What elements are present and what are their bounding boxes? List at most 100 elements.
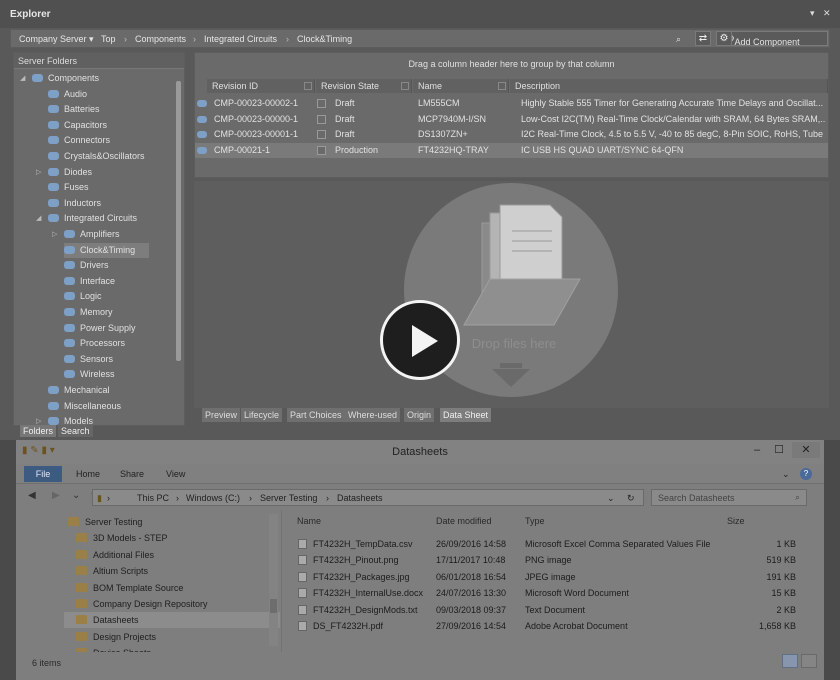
file-row[interactable]: FT4232H_Packages.jpg 06/01/2018 16:54 JPEG… [296, 569, 806, 585]
breadcrumb-item[interactable]: Integrated Circuits [204, 34, 277, 44]
details-view-icon[interactable] [782, 654, 798, 668]
nav-item[interactable]: BOM Template Source [76, 580, 183, 596]
nav-scrollbar[interactable] [269, 514, 278, 646]
file-row[interactable]: FT4232H_Pinout.png 17/11/2017 10:48 PNG im… [296, 552, 806, 568]
expand-arrow-icon[interactable]: ▷ [52, 227, 57, 242]
ribbon-expand-icon[interactable]: ⌄ [782, 469, 790, 480]
panel-menu-icon[interactable]: ▾ [810, 8, 815, 19]
tab-file[interactable]: File [24, 466, 62, 482]
nav-item[interactable]: 3D Models - STEP [76, 530, 168, 546]
filter-icon[interactable] [401, 82, 409, 90]
column-header-size[interactable]: Size [727, 516, 745, 526]
folder-tree-item[interactable]: Connectors [48, 133, 110, 148]
folder-tree-item[interactable]: Interface [64, 274, 115, 289]
folder-tree-item[interactable]: Power Supply [64, 321, 136, 336]
file-row[interactable]: DS_FT4232H.pdf 27/09/2016 14:54 Adobe Acro… [296, 618, 806, 634]
expand-arrow-icon[interactable]: ◢ [20, 71, 25, 86]
column-header-revision-state[interactable]: Revision State [316, 79, 412, 93]
tab-view[interactable]: View [166, 469, 185, 479]
address-bar[interactable]: ▮ › This PC › Windows (C:) › Server Test… [92, 489, 644, 506]
folder-tree-item[interactable]: Capacitors [48, 118, 107, 133]
state-checkbox[interactable] [317, 145, 326, 155]
preview-area[interactable]: Drop files here [194, 181, 829, 408]
file-row[interactable]: FT4232H_TempData.csv 26/09/2016 14:58 Micr… [296, 536, 806, 552]
table-row[interactable]: CMP-00023-00000-1 Draft MCP7940M-I/SN Low-C… [195, 112, 828, 127]
folder-tree-item[interactable]: Audio [48, 87, 87, 102]
folder-tree-item[interactable]: Processors [64, 336, 125, 351]
tab-part-choices[interactable]: Part Choices [287, 408, 345, 422]
file-row[interactable]: FT4232H_DesignMods.txt 09/03/2018 09:37 Te… [296, 602, 806, 618]
nav-item[interactable]: Company Design Repository [76, 596, 208, 612]
state-checkbox[interactable] [317, 99, 326, 108]
folder-tree-item[interactable]: ▷ Amplifiers [52, 227, 120, 242]
address-dropdown-icon[interactable]: ⌄ [607, 493, 615, 504]
nav-item[interactable]: Device Sheets [76, 645, 151, 652]
recent-locations-icon[interactable]: ⌄ [72, 490, 80, 501]
minimize-icon[interactable]: – [746, 442, 768, 458]
folder-tree-item[interactable]: ◢ Components [20, 71, 99, 86]
maximize-icon[interactable]: ☐ [768, 442, 790, 458]
nav-item[interactable]: Additional Files [76, 547, 154, 563]
column-header-type[interactable]: Type [525, 516, 545, 526]
tab-data-sheet[interactable]: Data Sheet [440, 408, 492, 422]
folder-tree-item[interactable]: Memory [64, 305, 113, 320]
column-header-name[interactable]: Name [413, 79, 509, 93]
tab-preview[interactable]: Preview [202, 408, 241, 422]
nav-item[interactable]: Server Testing [68, 514, 142, 530]
add-component-button[interactable]: ⊕ Add Component [720, 31, 828, 47]
filter-icon[interactable] [498, 82, 506, 90]
tab-origin[interactable]: Origin [404, 408, 435, 422]
forward-icon[interactable]: ▶ [52, 490, 60, 501]
nav-item[interactable]: Altium Scripts [76, 563, 148, 579]
search-input[interactable]: Search Datasheets ⌕ [651, 489, 807, 506]
back-icon[interactable]: ◀ [28, 490, 36, 501]
large-icons-view-icon[interactable] [801, 654, 817, 668]
state-checkbox[interactable] [317, 114, 326, 124]
folder-tree-item[interactable]: Wireless [64, 367, 115, 382]
folder-tree-item[interactable]: Fuses [48, 180, 89, 195]
nav-item[interactable]: Datasheets [64, 612, 280, 629]
address-segment[interactable]: Server Testing [260, 493, 317, 503]
play-video-button[interactable] [380, 300, 460, 380]
address-segment[interactable]: Windows (C:) [186, 493, 240, 503]
folder-tree-item[interactable]: Drivers [64, 258, 109, 273]
breadcrumb-item[interactable]: Components [135, 34, 186, 44]
window-close-icon[interactable]: ✕ [792, 442, 820, 458]
folder-tree-item[interactable]: ▷ Diodes [36, 165, 92, 180]
folder-tree-item[interactable]: Batteries [48, 102, 100, 117]
table-row[interactable]: CMP-00021-1 Production FT4232HQ-TRAY IC USB… [195, 142, 828, 158]
tab-share[interactable]: Share [120, 469, 144, 479]
tab-lifecycle[interactable]: Lifecycle [241, 408, 283, 422]
expand-arrow-icon[interactable]: ◢ [36, 211, 41, 226]
column-header-description[interactable]: Description [510, 79, 828, 93]
expand-arrow-icon[interactable]: ▷ [36, 165, 41, 180]
breadcrumb-item[interactable]: Clock&Timing [297, 34, 352, 44]
table-row[interactable]: CMP-00023-00002-1 Draft LM555CM Highly Stab… [195, 96, 828, 111]
close-icon[interactable]: ✕ [823, 8, 831, 19]
folder-tree-item[interactable]: Inductors [48, 196, 101, 211]
folder-tree-item[interactable]: Logic [64, 289, 102, 304]
folder-tree-item[interactable]: Mechanical [48, 383, 110, 398]
tab-search[interactable]: Search [58, 425, 93, 437]
folder-tree-item[interactable]: Clock&Timing [64, 242, 150, 258]
tab-home[interactable]: Home [76, 469, 100, 479]
state-checkbox[interactable] [317, 130, 326, 140]
breadcrumb-item[interactable]: Top [101, 34, 116, 44]
tab-where-used[interactable]: Where-used [345, 408, 401, 422]
gear-icon[interactable]: ⚙ [716, 31, 732, 46]
refresh-icon[interactable]: ↻ [627, 493, 635, 504]
scroll-thumb[interactable] [270, 599, 277, 613]
file-row[interactable]: FT4232H_InternalUse.docx 24/07/2016 13:30… [296, 585, 806, 601]
column-header-name[interactable]: Name [297, 516, 321, 526]
server-selector[interactable]: Company Server ▾ [19, 34, 94, 45]
column-header-date[interactable]: Date modified [436, 516, 492, 526]
table-row[interactable]: CMP-00023-00001-1 Draft DS1307ZN+ I2C Real-… [195, 127, 828, 142]
filter-icon[interactable] [304, 82, 312, 90]
folder-tree-item[interactable]: ◢ Integrated Circuits [36, 211, 137, 226]
nav-item[interactable]: Design Projects [76, 629, 156, 645]
address-segment[interactable]: Datasheets [337, 493, 383, 503]
refresh-icon[interactable]: ⇄ [695, 31, 711, 46]
search-icon[interactable]: ⌕ [676, 34, 681, 45]
folder-scrollbar[interactable] [176, 81, 181, 361]
tab-folders[interactable]: Folders [20, 425, 57, 437]
